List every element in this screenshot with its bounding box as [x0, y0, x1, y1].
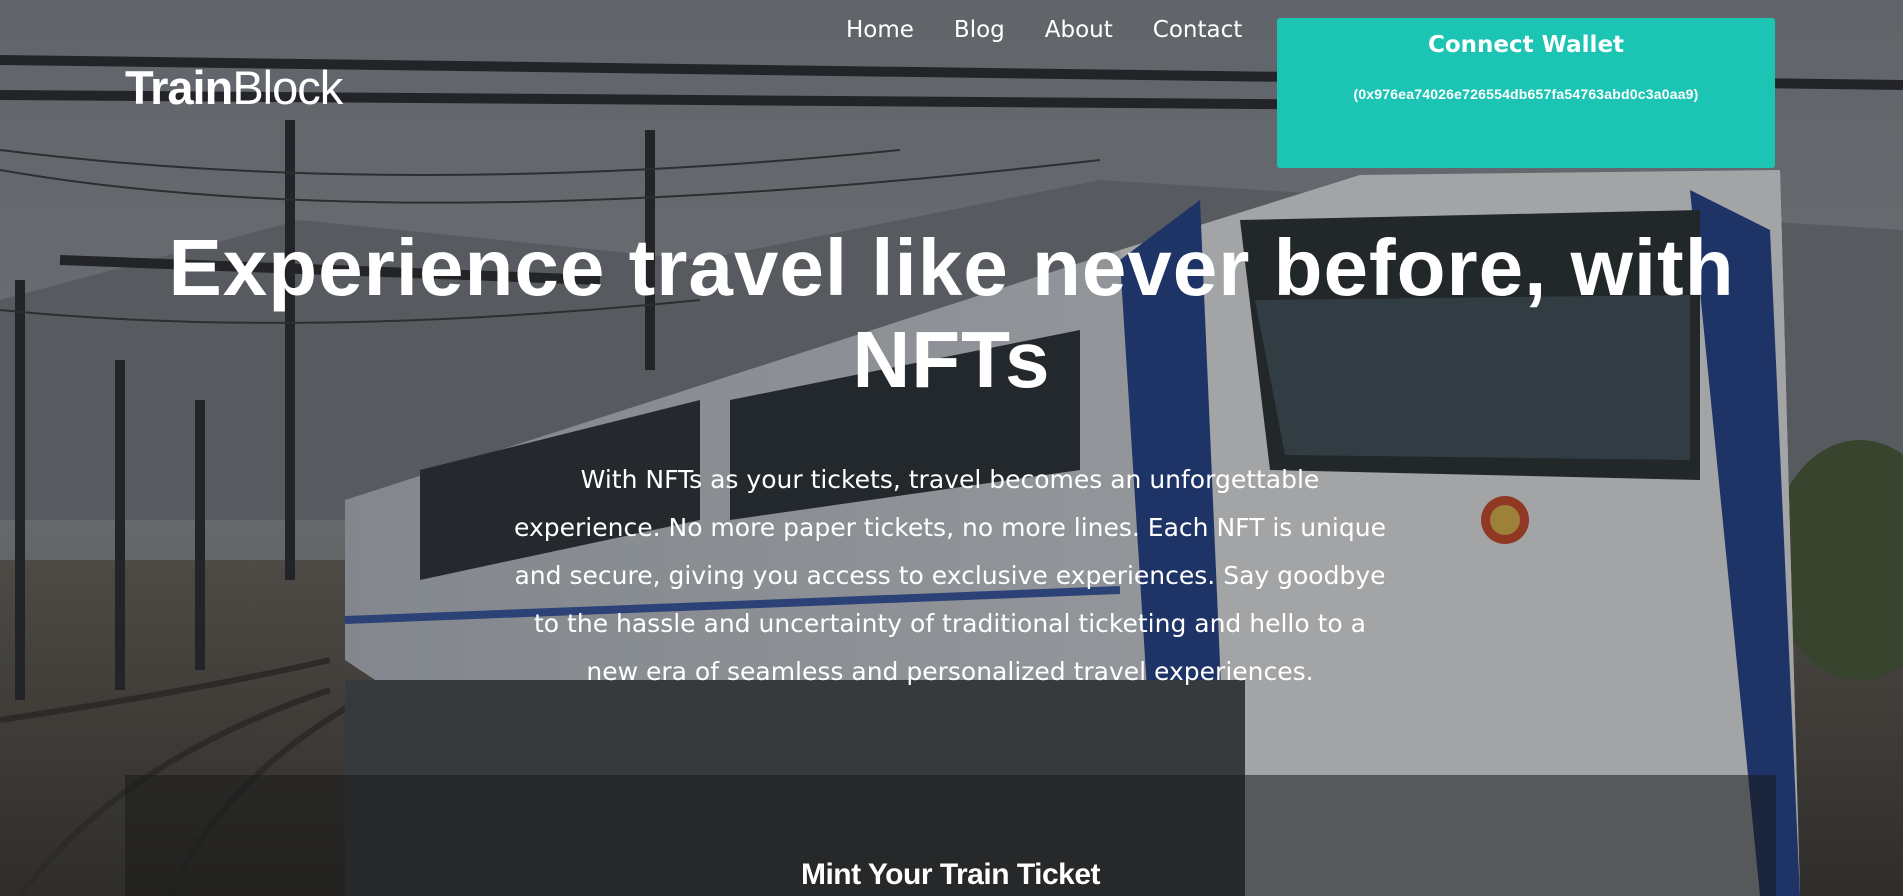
hero-description: With NFTs as your tickets, travel become… — [514, 465, 1386, 686]
connect-wallet-button[interactable]: Connect Wallet (0x976ea74026e726554db657… — [1277, 18, 1775, 168]
nav-home-link[interactable]: Home — [846, 17, 914, 43]
connect-wallet-label: Connect Wallet — [1427, 32, 1625, 58]
brand-name-light: Block — [232, 61, 343, 114]
hero-title: Experience travel like never before, wit… — [168, 223, 1735, 404]
wallet-address: (0x976ea74026e726554db657fa54763abd0c3a0… — [1353, 86, 1699, 102]
mint-ticket-panel: Mint Your Train Ticket — [125, 775, 1776, 896]
main-nav: Home Blog About Contact — [846, 17, 1242, 43]
nav-contact-link[interactable]: Contact — [1153, 17, 1242, 43]
brand-name-bold: Train — [125, 61, 233, 114]
nav-blog-link[interactable]: Blog — [954, 17, 1005, 43]
brand-logo[interactable]: TrainBlock — [125, 61, 343, 114]
nav-about-link[interactable]: About — [1045, 17, 1113, 43]
mint-ticket-title: Mint Your Train Ticket — [800, 858, 1101, 891]
